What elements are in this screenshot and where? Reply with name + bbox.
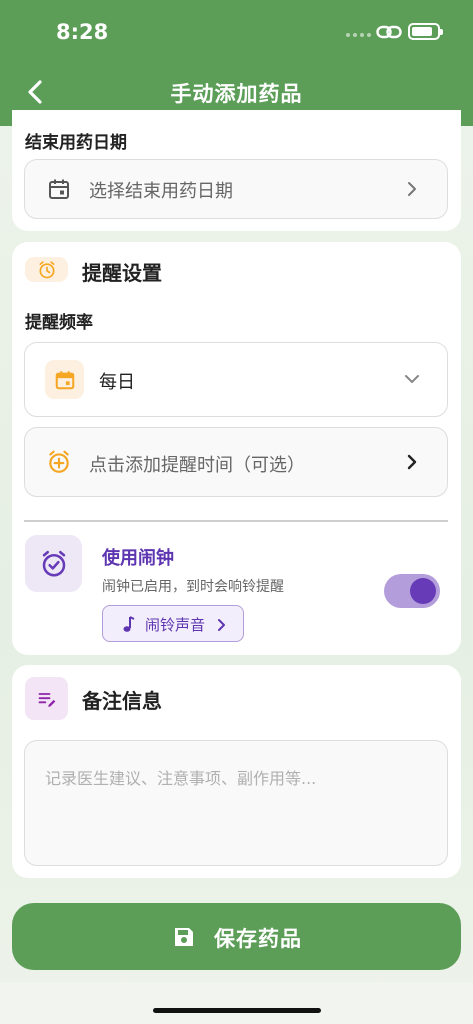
- alarm-icon: [25, 535, 82, 592]
- toggle-knob: [410, 578, 436, 604]
- alarm-title: 使用闹钟: [102, 548, 174, 569]
- add-alarm-icon: [49, 450, 69, 473]
- calendar-icon: [45, 360, 84, 399]
- signal-icon: [346, 33, 371, 37]
- reminder-section-title: 提醒设置: [82, 261, 162, 285]
- alarm-toggle[interactable]: [384, 574, 440, 608]
- end-date-label: 结束用药日期: [25, 133, 127, 153]
- end-date-placeholder: 选择结束用药日期: [89, 181, 233, 202]
- chevron-right-icon: [218, 619, 225, 631]
- add-reminder-time-button[interactable]: 点击添加提醒时间（可选）: [24, 427, 448, 497]
- notes-card: 备注信息 记录医生建议、注意事项、副作用等...: [12, 665, 461, 878]
- notes-textarea[interactable]: 记录医生建议、注意事项、副作用等...: [24, 740, 448, 866]
- end-date-card: 结束用药日期 选择结束用药日期: [12, 110, 461, 231]
- music-note-icon: [123, 616, 135, 632]
- notes-placeholder: 记录医生建议、注意事项、副作用等...: [45, 769, 317, 788]
- reminder-card: 提醒设置 提醒频率 每日 点击添加提醒时间（可选） 使用闹钟 闹钟已启用，到时会…: [12, 242, 461, 655]
- end-date-picker[interactable]: 选择结束用药日期: [24, 159, 448, 219]
- notes-section-title: 备注信息: [82, 689, 162, 713]
- page-title: 手动添加药品: [170, 82, 303, 106]
- frequency-dropdown[interactable]: 每日: [24, 342, 448, 417]
- battery-icon: [408, 23, 443, 40]
- notes-edit-icon: [25, 677, 68, 720]
- link-icon: [376, 25, 402, 39]
- save-button[interactable]: 保存药品: [12, 903, 461, 970]
- save-button-label: 保存药品: [214, 927, 302, 951]
- bottom-safe-area: [0, 982, 473, 1024]
- frequency-label: 提醒频率: [25, 313, 93, 333]
- calendar-icon: [49, 179, 69, 199]
- alarm-clock-icon: [25, 257, 68, 282]
- alarm-sound-button[interactable]: 闹铃声音: [102, 605, 244, 642]
- chevron-right-icon: [408, 182, 416, 196]
- alarm-description: 闹钟已启用，到时会响铃提醒: [102, 579, 284, 595]
- alarm-sound-label: 闹铃声音: [145, 616, 206, 634]
- app-header: 8:28 手动添加药品: [0, 0, 473, 126]
- chevron-down-icon: [405, 375, 419, 383]
- chevron-right-icon: [407, 454, 417, 470]
- home-indicator[interactable]: [153, 1008, 321, 1013]
- divider: [24, 520, 448, 522]
- add-reminder-time-label: 点击添加提醒时间（可选）: [89, 455, 305, 476]
- save-disk-icon: [175, 928, 193, 946]
- status-time: 8:28: [56, 20, 109, 44]
- frequency-value: 每日: [99, 372, 135, 393]
